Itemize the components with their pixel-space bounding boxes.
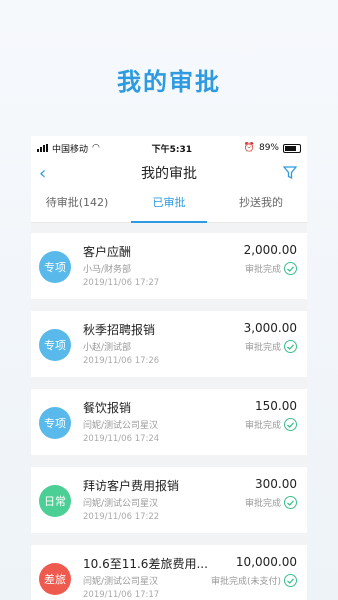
item-status: 审批完成 [245, 262, 297, 275]
item-title: 餐饮报销 [83, 401, 132, 415]
back-arrow-icon[interactable]: ‹ [39, 163, 46, 184]
tab-pending[interactable]: 待审批(142) [31, 186, 123, 222]
item-amount: 2,000.00 [243, 243, 297, 257]
approval-list: 专项 客户应酬 小马/财务部 2019/11/06 17:27 2,000.00… [31, 223, 307, 600]
item-status: 审批完成 [245, 418, 297, 431]
item-status-text: 审批完成 [244, 421, 281, 431]
type-badge: 专项 [39, 251, 71, 283]
item-submitter: 闫妮/测试公司星汉 [83, 499, 159, 509]
tab-bar: 待审批(142) 已审批 抄送我的 [31, 186, 307, 223]
item-submitter: 小赵/测试部 [83, 343, 132, 353]
item-status: 审批完成 [245, 340, 297, 353]
approval-item[interactable]: 专项 客户应酬 小马/财务部 2019/11/06 17:27 2,000.00… [31, 233, 307, 299]
item-time: 2019/11/06 17:17 [83, 590, 160, 600]
item-status-text: 审批完成(未支付) [210, 577, 281, 587]
nav-bar: ‹ 我的审批 [31, 160, 307, 186]
item-submitter: 闫妮/测试公司星汉 [83, 421, 159, 431]
tab-cc-me[interactable]: 抄送我的 [215, 186, 307, 222]
type-badge: 专项 [39, 329, 71, 361]
check-circle-icon [284, 418, 297, 431]
type-badge: 差旅 [39, 563, 71, 595]
item-amount: 3,000.00 [243, 321, 297, 335]
nav-title: 我的审批 [141, 166, 197, 182]
type-badge: 日常 [39, 485, 71, 517]
approval-item[interactable]: 专项 餐饮报销 闫妮/测试公司星汉 2019/11/06 17:24 150.0… [31, 389, 307, 455]
approval-item[interactable]: 专项 秋季招聘报销 小赵/测试部 2019/11/06 17:26 3,000.… [31, 311, 307, 377]
status-bar: 中国移动 ◠ 下午5:31 ⏰ 89% [31, 136, 307, 160]
check-circle-icon [284, 574, 297, 587]
phone-screen: 中国移动 ◠ 下午5:31 ⏰ 89% ‹ 我的审批 待审批(142) 已审批 … [31, 136, 307, 600]
item-status-text: 审批完成 [244, 265, 281, 275]
item-time: 2019/11/06 17:26 [83, 356, 160, 366]
item-time: 2019/11/06 17:22 [83, 512, 160, 522]
signal-icon [37, 144, 48, 152]
item-time: 2019/11/06 17:24 [83, 434, 160, 444]
clock: 下午5:31 [151, 144, 193, 155]
item-amount: 150.00 [255, 399, 297, 413]
item-title: 10.6至11.6差旅费用... [83, 557, 208, 571]
type-badge: 专项 [39, 407, 71, 439]
item-submitter: 小马/财务部 [83, 265, 132, 275]
item-status: 审批完成(未支付) [211, 574, 297, 587]
item-submitter: 闫妮/测试公司星汉 [83, 577, 159, 587]
item-amount: 10,000.00 [235, 555, 297, 569]
item-title: 拜访客户费用报销 [83, 479, 180, 493]
wifi-icon: ◠ [92, 143, 100, 153]
tab-approved[interactable]: 已审批 [123, 186, 215, 223]
filter-icon[interactable] [282, 166, 298, 183]
item-status-text: 审批完成 [244, 499, 281, 509]
alarm-icon: ⏰ [243, 143, 255, 153]
approval-item[interactable]: 日常 拜访客户费用报销 闫妮/测试公司星汉 2019/11/06 17:22 3… [31, 467, 307, 533]
item-title: 秋季招聘报销 [83, 323, 156, 337]
item-status-text: 审批完成 [244, 343, 281, 353]
check-circle-icon [284, 340, 297, 353]
check-circle-icon [284, 496, 297, 509]
carrier-label: 中国移动 [52, 144, 89, 155]
approval-item[interactable]: 差旅 10.6至11.6差旅费用... 闫妮/测试公司星汉 2019/11/06… [31, 545, 307, 600]
battery-icon [283, 143, 301, 153]
item-status: 审批完成 [245, 496, 297, 509]
battery-percent: 89% [258, 143, 279, 153]
item-time: 2019/11/06 17:27 [83, 278, 160, 288]
item-title: 客户应酬 [83, 245, 132, 259]
item-amount: 300.00 [255, 477, 297, 491]
check-circle-icon [284, 262, 297, 275]
page-headline: 我的审批 [117, 68, 221, 96]
